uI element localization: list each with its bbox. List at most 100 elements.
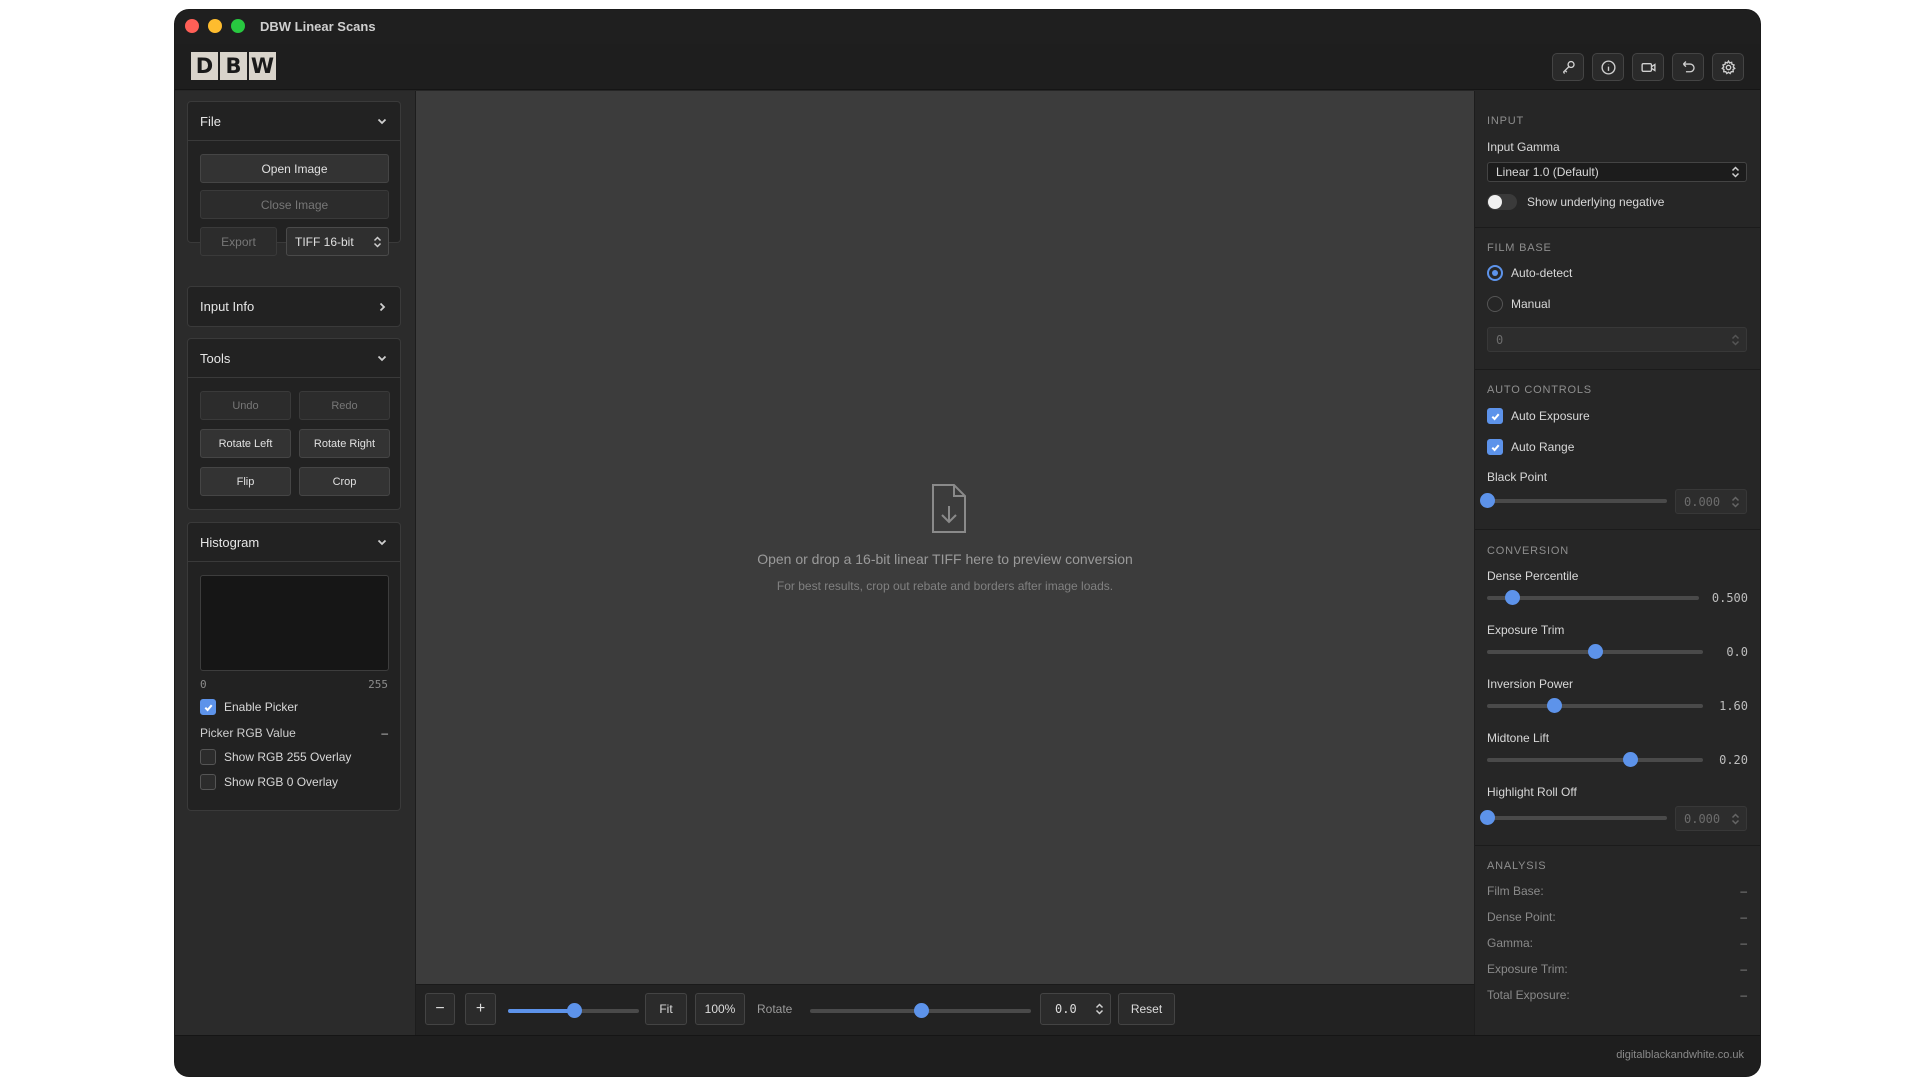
auto-range-checkbox[interactable] — [1487, 439, 1503, 455]
export-format-select[interactable]: TIFF 16-bit — [286, 227, 389, 256]
zoom-slider-fill — [508, 1009, 574, 1013]
zoom-out-button[interactable]: − — [425, 993, 455, 1025]
zoom-slider-thumb[interactable] — [566, 1003, 582, 1018]
file-panel-header[interactable]: File — [188, 102, 400, 141]
toggle-knob — [1488, 195, 1502, 209]
inversion-power-value: 1.60 — [1719, 699, 1748, 713]
enable-picker-row[interactable]: Enable Picker — [200, 699, 298, 715]
input-info-header[interactable]: Input Info — [188, 287, 400, 326]
midtone-lift-thumb[interactable] — [1622, 752, 1638, 767]
black-point-slider[interactable] — [1480, 493, 1667, 508]
section-divider — [1475, 227, 1760, 228]
logo-letter-d: D — [191, 52, 218, 80]
image-canvas[interactable]: Open or drop a 16-bit linear TIFF here t… — [416, 91, 1474, 984]
inversion-power-thumb[interactable] — [1546, 698, 1562, 713]
dense-percentile-slider[interactable] — [1487, 590, 1699, 605]
auto-range-label: Auto Range — [1511, 440, 1575, 454]
rotate-slider-thumb[interactable] — [913, 1003, 929, 1018]
maximize-window-button[interactable] — [231, 19, 245, 33]
flip-button[interactable]: Flip — [200, 467, 291, 496]
highlight-rolloff-thumb[interactable] — [1480, 810, 1495, 825]
highlight-rolloff-input[interactable]: 0.000 — [1675, 806, 1747, 831]
enable-picker-checkbox[interactable] — [200, 699, 216, 715]
undo-tool-button[interactable]: Undo — [200, 391, 291, 420]
exposure-trim-label: Exposure Trim — [1487, 623, 1565, 637]
drop-message: Open or drop a 16-bit linear TIFF here t… — [757, 551, 1133, 567]
tools-panel-header[interactable]: Tools — [188, 339, 400, 378]
chevron-down-icon — [377, 539, 387, 546]
highlight-rolloff-slider[interactable] — [1480, 810, 1667, 825]
input-gamma-label: Input Gamma — [1487, 140, 1560, 154]
rotate-value-stepper[interactable]: 0.0 — [1040, 993, 1111, 1025]
settings-button[interactable] — [1712, 53, 1744, 81]
app-header: D B W — [175, 44, 1760, 90]
close-window-button[interactable] — [185, 19, 199, 33]
auto-controls-section-title: AUTO CONTROLS — [1487, 384, 1592, 396]
analysis-value: – — [1740, 936, 1747, 950]
highlight-rolloff-label: Highlight Roll Off — [1487, 785, 1577, 799]
analysis-value: – — [1740, 988, 1747, 1002]
analysis-label: Total Exposure: — [1487, 988, 1570, 1002]
exposure-trim-thumb[interactable] — [1588, 644, 1603, 659]
zoom-100-button[interactable]: 100% — [695, 993, 745, 1025]
input-gamma-select[interactable]: Linear 1.0 (Default) — [1487, 162, 1747, 182]
view-toolbar: − + Fit 100% Rotate 0.0 Reset — [416, 984, 1474, 1036]
export-button[interactable]: Export — [200, 227, 277, 256]
histogram-panel: Histogram 0 255 Enable Picker Picker RGB… — [187, 522, 401, 811]
enable-picker-label: Enable Picker — [224, 700, 299, 714]
video-icon — [1640, 62, 1656, 72]
analysis-row: Total Exposure: – — [1487, 988, 1747, 1002]
reset-button[interactable]: Reset — [1118, 993, 1175, 1025]
header-toolbar — [1552, 53, 1744, 81]
show-0-row[interactable]: Show RGB 0 Overlay — [200, 774, 338, 790]
show-0-checkbox[interactable] — [200, 774, 216, 790]
rotate-value: 0.0 — [1055, 1002, 1077, 1016]
show-255-row[interactable]: Show RGB 255 Overlay — [200, 749, 351, 765]
midtone-lift-slider[interactable] — [1487, 752, 1703, 767]
redo-tool-button[interactable]: Redo — [299, 391, 390, 420]
histogram-plot[interactable] — [200, 575, 389, 671]
updown-icon[interactable] — [1731, 495, 1740, 508]
histogram-panel-header[interactable]: Histogram — [188, 523, 400, 562]
auto-range-row[interactable]: Auto Range — [1487, 439, 1574, 455]
section-divider — [1475, 845, 1760, 846]
undo-icon — [1682, 60, 1695, 72]
black-point-thumb[interactable] — [1480, 493, 1495, 508]
exposure-trim-slider[interactable] — [1487, 644, 1703, 659]
manual-radio[interactable] — [1487, 296, 1503, 312]
updown-icon — [1731, 166, 1740, 178]
updown-icon[interactable] — [1731, 333, 1740, 346]
inversion-power-slider[interactable] — [1487, 698, 1703, 713]
analysis-row: Dense Point: – — [1487, 910, 1747, 924]
fit-button[interactable]: Fit — [645, 993, 687, 1025]
film-base-manual-input[interactable]: 0 — [1487, 327, 1747, 352]
show-255-checkbox[interactable] — [200, 749, 216, 765]
updown-icon[interactable] — [1095, 1003, 1104, 1015]
drop-hint: For best results, crop out rebate and bo… — [776, 579, 1114, 593]
auto-exposure-checkbox[interactable] — [1487, 408, 1503, 424]
auto-exposure-row[interactable]: Auto Exposure — [1487, 408, 1590, 424]
zoom-in-button[interactable]: + — [465, 993, 496, 1025]
footer-url[interactable]: digitalblackandwhite.co.uk — [1616, 1049, 1744, 1061]
left-sidebar: File Open Image Close Image Export TIFF … — [175, 91, 416, 1035]
info-button[interactable] — [1592, 53, 1624, 81]
tools-panel-title: Tools — [200, 350, 231, 366]
zoom-slider[interactable] — [508, 1003, 639, 1018]
analysis-row: Exposure Trim: – — [1487, 962, 1747, 976]
undo-button[interactable] — [1672, 53, 1704, 81]
close-image-button[interactable]: Close Image — [200, 190, 389, 219]
black-point-input[interactable]: 0.000 — [1675, 489, 1747, 514]
show-negative-toggle[interactable] — [1487, 194, 1517, 210]
auto-detect-radio[interactable] — [1487, 265, 1503, 281]
crop-button[interactable]: Crop — [299, 467, 390, 496]
rotate-slider[interactable] — [810, 1003, 1031, 1018]
rotate-left-button[interactable]: Rotate Left — [200, 429, 291, 458]
key-button[interactable] — [1552, 53, 1584, 81]
check-icon — [1491, 444, 1499, 451]
updown-icon[interactable] — [1731, 812, 1740, 825]
dense-percentile-thumb[interactable] — [1505, 590, 1521, 605]
rotate-right-button[interactable]: Rotate Right — [299, 429, 390, 458]
minimize-window-button[interactable] — [208, 19, 222, 33]
video-button[interactable] — [1632, 53, 1664, 81]
open-image-button[interactable]: Open Image — [200, 154, 389, 183]
